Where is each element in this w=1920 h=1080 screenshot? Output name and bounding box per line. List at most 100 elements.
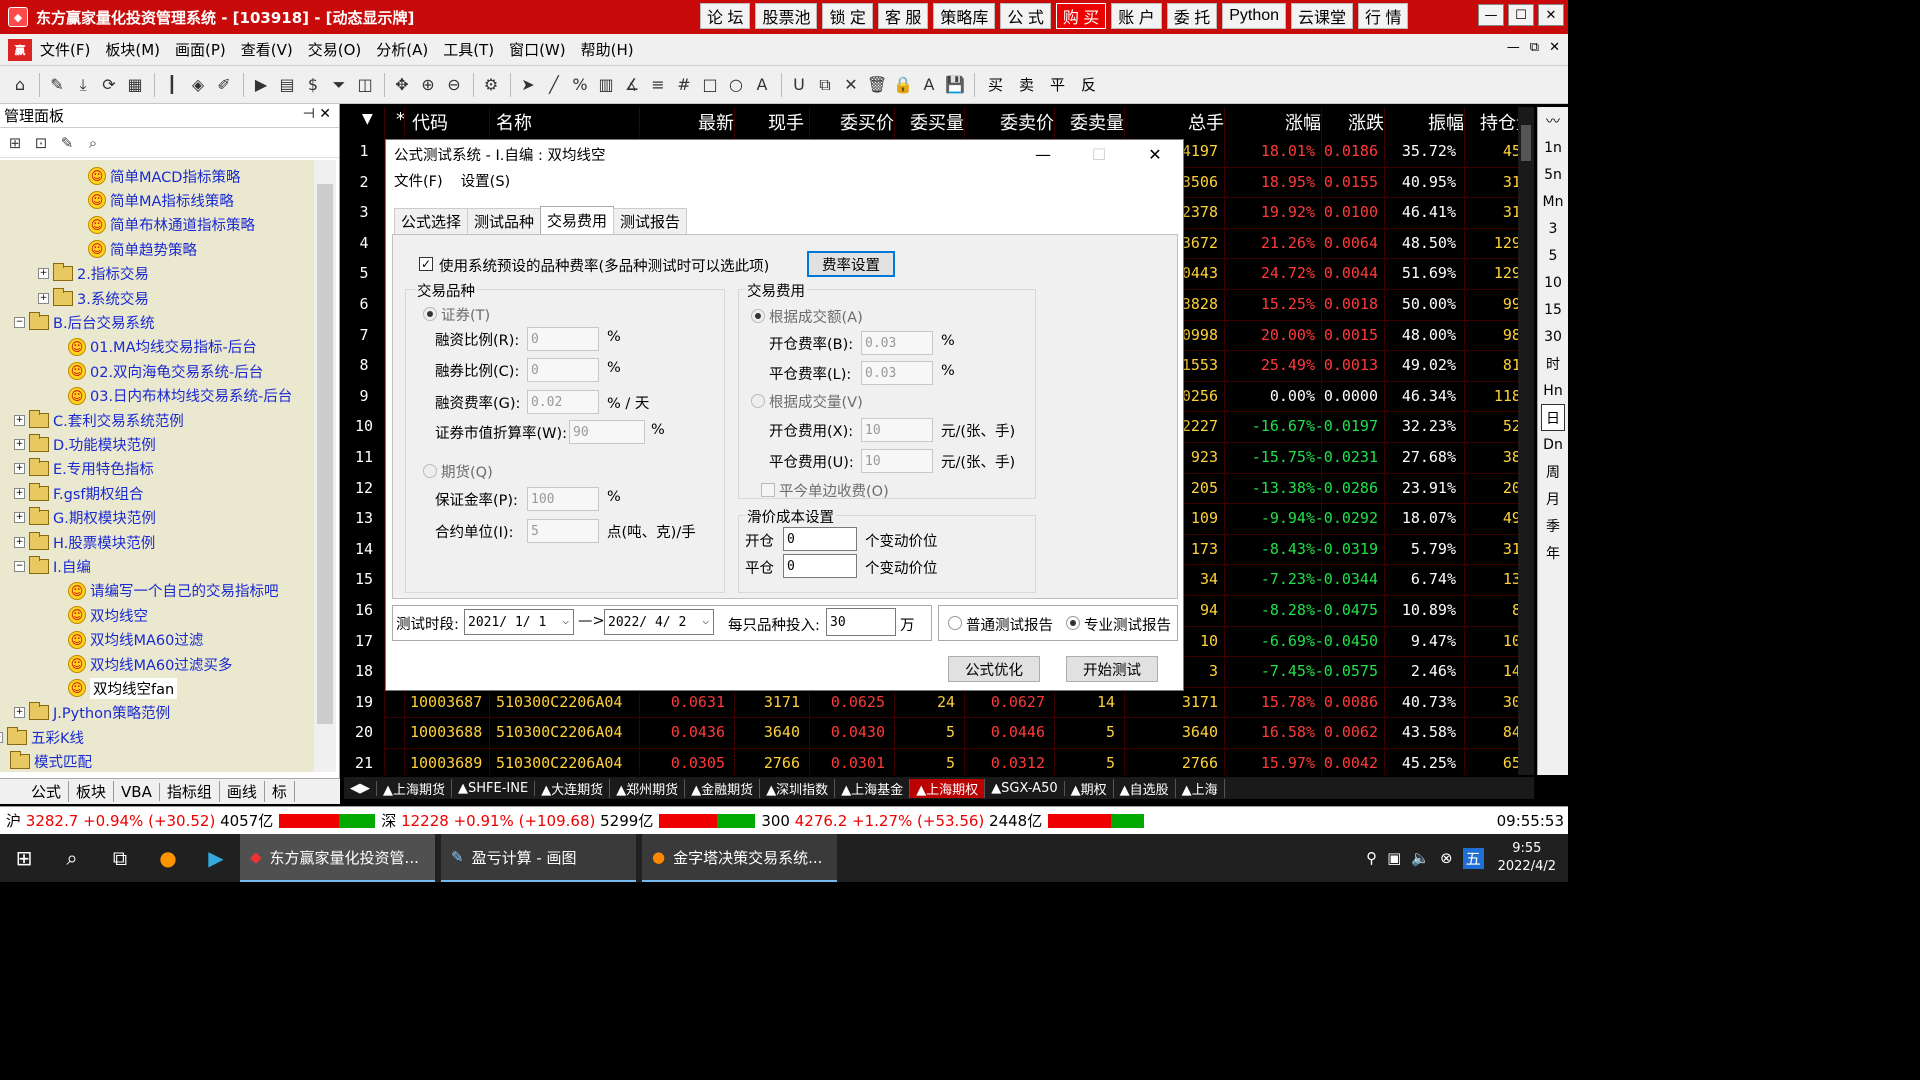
grid-cell-chg[interactable]: 0.0064 (1324, 234, 1378, 252)
grid-cell-chg[interactable]: -0.0344 (1315, 570, 1378, 588)
grid-cell-bidv[interactable]: 5 (946, 754, 955, 772)
grid-cell-total[interactable]: 4197 (1182, 142, 1218, 160)
menu-item[interactable]: 文件(F) (40, 39, 90, 60)
grid-cell-bid[interactable]: 0.0301 (831, 754, 885, 772)
tree-item[interactable]: 模式匹配 (10, 750, 92, 772)
font-color-icon[interactable]: A (917, 73, 941, 97)
column-header[interactable]: 委卖量 (1070, 109, 1124, 135)
grid-cell-amp[interactable]: 46.34% (1402, 387, 1456, 405)
grid-cell-chg[interactable]: 0.0044 (1324, 264, 1378, 282)
tree-item[interactable]: + D.功能模块范例 (0, 432, 156, 456)
grid-cell-code[interactable]: 10003688 (410, 723, 482, 741)
grid-cell-amp[interactable]: 40.95% (1402, 173, 1456, 191)
grid-cell-amp[interactable]: 18.07% (1402, 509, 1456, 527)
tree-item[interactable]: ☺ 请编写一个自己的交易指标吧 (68, 579, 279, 603)
period-button[interactable]: 时 (1538, 350, 1568, 377)
new-icon[interactable]: ⊞ (4, 132, 26, 154)
market-tab[interactable]: ▲自选股 (1114, 778, 1176, 798)
minimize-button[interactable]: — (1478, 4, 1504, 26)
by-volume-radio[interactable] (751, 394, 765, 408)
grid-cell-total[interactable]: 94 (1200, 601, 1218, 619)
normal-report-radio[interactable] (948, 616, 962, 630)
grid-cell-chg[interactable]: 0.0100 (1324, 203, 1378, 221)
tree-item[interactable]: +3.系统交易 (0, 286, 149, 310)
panel-tab[interactable]: 指标组 (160, 781, 220, 802)
period-button[interactable]: 周 (1538, 458, 1568, 485)
period-button[interactable]: 3 (1538, 215, 1568, 242)
slip-close-input[interactable]: 0 (783, 554, 857, 578)
grid-scroll-thumb[interactable] (1521, 125, 1531, 161)
grid-cell-pct[interactable]: 15.97% (1261, 754, 1315, 772)
market-tab[interactable]: ▲郑州期货 (610, 778, 686, 798)
home-icon[interactable]: ⌂ (8, 73, 32, 97)
grid-cell-total[interactable]: 2227 (1182, 417, 1218, 435)
grid-cell-chg[interactable]: 0.0186 (1324, 142, 1378, 160)
grid-cell-amp[interactable]: 48.50% (1402, 234, 1456, 252)
grid-cell-pct[interactable]: 16.58% (1261, 723, 1315, 741)
dialog-maximize-button[interactable]: ☐ (1071, 140, 1127, 168)
tree-item[interactable]: ☺ 简单MA指标线策略 (88, 188, 234, 212)
grid-cell-amp[interactable]: 43.58% (1402, 723, 1456, 741)
grid-cell-chg[interactable]: 0.0000 (1324, 387, 1378, 405)
date-to-select[interactable]: 2022/ 4/ 2 ⌵ (604, 609, 714, 635)
top-button[interactable]: 策略库 (933, 3, 996, 29)
grid-cell-chg[interactable]: -0.0319 (1315, 540, 1378, 558)
tree-item[interactable]: ☺ 简单布林通道指标策略 (88, 213, 255, 237)
grid-cell-pct[interactable]: -7.23% (1261, 570, 1315, 588)
market-tab[interactable]: ▲上海期货 (377, 778, 452, 798)
document-icon[interactable]: 赢 (8, 38, 32, 61)
date-from-select[interactable]: 2021/ 1/ 1 ⌵ (464, 609, 574, 635)
grid-cell-n[interactable]: 14 (344, 540, 384, 558)
candlestick-icon[interactable]: ┃ (160, 73, 184, 97)
buy-button[interactable]: 买 (988, 74, 1003, 95)
top-button[interactable]: 账 户 (1111, 3, 1162, 29)
grid-cell-vol[interactable]: 3171 (764, 693, 800, 711)
download-icon[interactable]: ⤓ (71, 73, 95, 97)
text-icon[interactable]: A (750, 73, 774, 97)
column-header[interactable]: 委卖价 (1000, 109, 1054, 135)
top-button[interactable]: 公 式 (1000, 3, 1051, 29)
tree-item[interactable]: + 五彩K线 (0, 725, 84, 749)
tree-item[interactable]: + E.专用特色指标 (0, 457, 154, 481)
grid-cell-total[interactable]: 3506 (1182, 173, 1218, 191)
column-header[interactable]: 名称 (496, 109, 532, 135)
grid-cell-pct[interactable]: -7.45% (1261, 662, 1315, 680)
period-button[interactable]: Dn (1538, 431, 1568, 458)
expand-toggle[interactable]: + (14, 707, 25, 719)
dialog-close-button[interactable]: ✕ (1127, 140, 1183, 168)
grid-cell-last[interactable]: 0.0305 (671, 754, 725, 772)
margin-rate-input[interactable]: 100 (527, 487, 599, 511)
close-position-button[interactable]: 平 (1050, 74, 1065, 95)
grid-cell-total[interactable]: 34 (1200, 570, 1218, 588)
pen-icon[interactable]: ✎ (45, 73, 69, 97)
edit-icon[interactable]: ✐ (212, 73, 236, 97)
tree-scrollbar[interactable] (314, 160, 336, 772)
maximize-button[interactable]: ☐ (1508, 4, 1534, 26)
grid-cell-n[interactable]: 13 (344, 509, 384, 527)
grid-cell-amp[interactable]: 9.47% (1411, 632, 1456, 650)
expand-toggle[interactable]: − (14, 560, 25, 572)
zoom-in-icon[interactable]: ⊕ (416, 73, 440, 97)
grid-cell-chg[interactable]: -0.0292 (1315, 509, 1378, 527)
grid-cell-chg[interactable]: 0.0062 (1324, 723, 1378, 741)
column-header[interactable]: 振幅 (1428, 109, 1464, 135)
lock-icon[interactable]: 🔒 (891, 73, 915, 97)
top-button[interactable]: 行 情 (1358, 3, 1409, 29)
search-icon[interactable]: ⌕ (82, 132, 104, 154)
financing-rate-input[interactable]: 0.02 (527, 390, 599, 414)
top-button[interactable]: 购 买 (1055, 3, 1107, 29)
grid-cell-amp[interactable]: 46.41% (1402, 203, 1456, 221)
expand-toggle[interactable]: + (14, 414, 25, 426)
grid-cell-amp[interactable]: 10.89% (1402, 601, 1456, 619)
percent-icon[interactable]: % (568, 73, 592, 97)
column-header[interactable]: 委买量 (910, 109, 964, 135)
tree-item[interactable]: ☺ 01.MA均线交易指标-后台 (68, 335, 257, 359)
grid-cell-pct[interactable]: 21.26% (1261, 234, 1315, 252)
tree-item[interactable]: ☺ 双均线空fan (68, 676, 178, 700)
grid-cell-amp[interactable]: 40.73% (1402, 693, 1456, 711)
column-header[interactable]: 涨幅 (1285, 109, 1321, 135)
circle-icon[interactable]: ○ (724, 73, 748, 97)
market-tab[interactable]: ▲金融期货 (685, 778, 761, 798)
period-button[interactable]: 5 (1538, 242, 1568, 269)
dialog-menu-file[interactable]: 文件(F) (394, 170, 443, 191)
